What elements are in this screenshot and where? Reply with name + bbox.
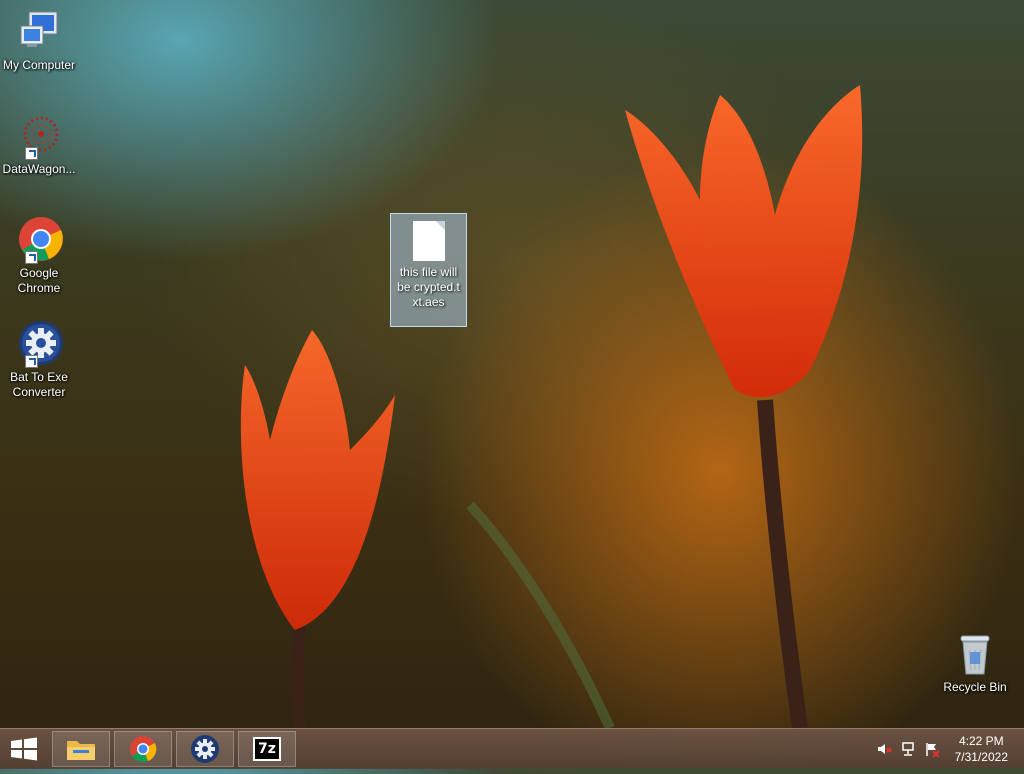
desktop-icon-label: Recycle Bin xyxy=(943,680,1007,694)
desktop[interactable]: My Computer DataWagon... Google Chrome B… xyxy=(0,0,1024,728)
shortcut-arrow-icon xyxy=(25,147,38,160)
desktop-icon-google-chrome[interactable]: Google Chrome xyxy=(0,216,78,296)
taskbar: 7z 4:22 PM 7/31/2022 xyxy=(0,728,1024,769)
clock-time: 4:22 PM xyxy=(958,734,1004,748)
folder-icon xyxy=(67,741,95,760)
desktop-icon-label: My Computer xyxy=(2,58,76,72)
computer-icon xyxy=(15,8,63,56)
gear-icon xyxy=(191,735,219,763)
desktop-icon-recycle-bin[interactable]: Recycle Bin xyxy=(936,630,1014,695)
start-button[interactable] xyxy=(0,729,48,769)
clock[interactable]: 4:22 PM 7/31/2022 xyxy=(955,733,1008,765)
desktop-file-selected[interactable]: this file will be crypted.txt.aes xyxy=(390,213,467,327)
7zip-icon: 7z xyxy=(253,737,281,761)
taskbar-chrome[interactable] xyxy=(114,731,172,767)
file-label: this file will be crypted.txt.aes xyxy=(397,265,460,309)
gear-icon xyxy=(15,320,63,368)
taskbar-file-explorer[interactable] xyxy=(52,731,110,767)
desktop-icon-my-computer[interactable]: My Computer xyxy=(0,8,78,73)
desktop-icon-label: Bat To Exe Converter xyxy=(10,370,68,399)
chrome-icon xyxy=(130,736,157,763)
system-tray: 4:22 PM 7/31/2022 xyxy=(864,729,1024,769)
shortcut-arrow-icon xyxy=(25,355,38,368)
chrome-icon xyxy=(15,216,63,264)
taskbar-7zip[interactable]: 7z xyxy=(238,731,296,767)
tulip-wallpaper xyxy=(240,85,863,728)
datawagon-icon xyxy=(15,112,63,160)
shortcut-arrow-icon xyxy=(25,251,38,264)
taskbar-bat-to-exe[interactable] xyxy=(176,731,234,767)
volume-muted-icon[interactable] xyxy=(876,741,892,757)
desktop-icon-datawagon[interactable]: DataWagon... xyxy=(0,112,78,177)
windows-logo-icon xyxy=(11,737,37,761)
desktop-icon-label: DataWagon... xyxy=(2,162,76,176)
desktop-icon-bat-to-exe-converter[interactable]: Bat To Exe Converter xyxy=(0,320,78,400)
recycle-bin-icon xyxy=(951,630,999,678)
desktop-icon-label: Google Chrome xyxy=(17,266,61,295)
network-icon[interactable] xyxy=(900,741,916,757)
text-file-icon xyxy=(412,221,445,261)
clock-date: 7/31/2022 xyxy=(954,750,1008,764)
action-center-flag-icon[interactable] xyxy=(924,741,940,757)
